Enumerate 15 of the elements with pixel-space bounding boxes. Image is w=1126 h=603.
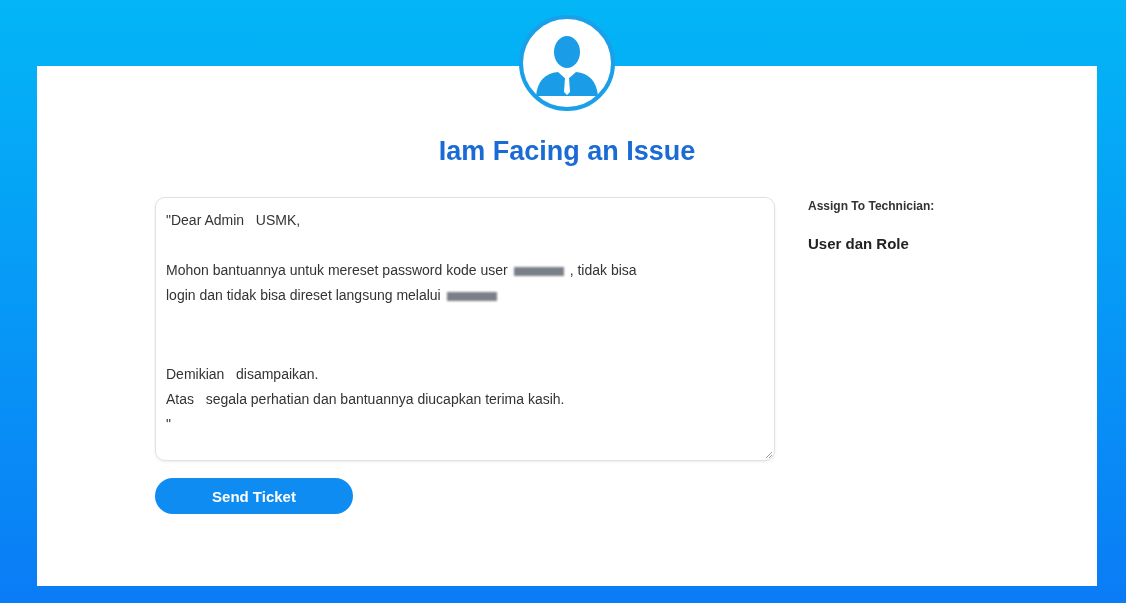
redaction-mark bbox=[513, 266, 564, 276]
assign-label: Assign To Technician: bbox=[808, 199, 935, 213]
message-text: Atas segala perhatian dan bantuannya diucapkan terima kasih. bbox=[166, 391, 565, 407]
message-text: Demikian disampaikan. bbox=[166, 366, 319, 382]
send-ticket-button[interactable]: Send Ticket bbox=[155, 478, 353, 514]
message-field[interactable] bbox=[155, 197, 775, 461]
message-text: login dan tidak bisa direset langsung melalui bbox=[166, 287, 441, 303]
message-text: "Dear Admin USMK, bbox=[166, 212, 301, 228]
page-title: Iam Facing an Issue bbox=[438, 136, 696, 167]
message-text: , tidak bisa bbox=[569, 262, 637, 278]
message-text: Mohon bantuannya untuk mereset password kode user bbox=[166, 262, 508, 278]
redaction-mark bbox=[446, 291, 497, 301]
assign-value: User dan Role bbox=[808, 235, 910, 252]
message-text: " bbox=[166, 416, 171, 432]
resize-grip-icon[interactable] bbox=[765, 451, 773, 459]
